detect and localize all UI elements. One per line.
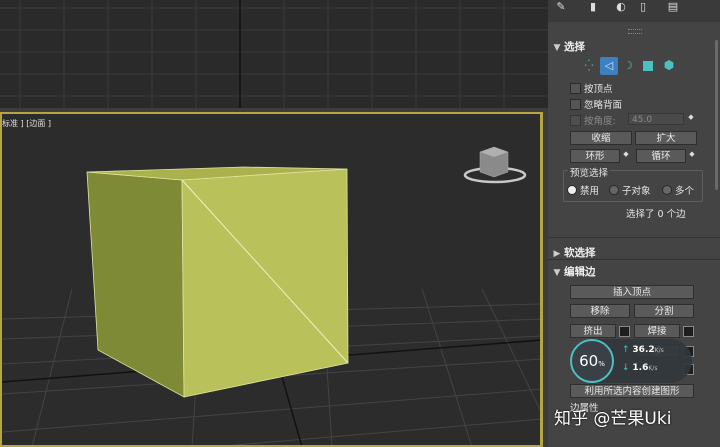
panel-scrollbar[interactable] — [715, 40, 718, 190]
vertex-icon[interactable]: ⁛ — [582, 59, 596, 73]
upload-arrow-icon: ↑ — [622, 345, 630, 355]
weld-button[interactable]: 焊接 — [634, 324, 680, 338]
preview-off-radio[interactable] — [567, 185, 577, 195]
scene — [2, 146, 540, 445]
preview-multi-label: 多个 — [675, 186, 695, 197]
percent-indicator: 60% — [570, 339, 614, 383]
preview-subobject-label: 子对象 — [622, 186, 651, 197]
soft-selection-rollout-header[interactable]: ▶ 软选择 — [550, 245, 710, 259]
create-shape-button[interactable]: 利用所选内容创建图形 — [570, 384, 694, 398]
edit-edges-rollout-header[interactable]: ▼ 编辑边 — [550, 264, 710, 278]
by-angle-label: 按角度: — [584, 116, 616, 127]
selection-status: 选择了 0 个边 — [626, 209, 686, 220]
element-icon[interactable]: ⬢ — [662, 58, 676, 72]
loop-button[interactable]: 循环 — [636, 149, 686, 163]
cube — [86, 166, 349, 398]
polygon-icon[interactable] — [643, 61, 653, 71]
shrink-button[interactable]: 收缩 — [570, 131, 632, 145]
border-icon[interactable]: ☽ — [621, 59, 635, 73]
by-vertex-checkbox[interactable] — [570, 83, 581, 94]
weld-settings-icon[interactable] — [683, 326, 694, 337]
collapse-icon: ▼ — [553, 43, 561, 53]
panel-tabs: ✎ ▮ ◐ ▯ ▤ — [548, 0, 720, 22]
viewcube[interactable] — [463, 146, 527, 184]
ring-button[interactable]: 环形 — [570, 149, 620, 163]
divider — [548, 237, 720, 238]
pin-icon[interactable]: ✎ — [550, 0, 572, 16]
angle-spinner[interactable]: ◆ — [686, 113, 696, 125]
divider — [548, 259, 720, 260]
ignore-backfacing-checkbox[interactable] — [570, 99, 581, 110]
download-speed: ↓ 1.6K/s — [622, 363, 658, 373]
angle-field[interactable]: 45.0 — [628, 113, 684, 125]
configure-icon[interactable]: ▤ — [662, 0, 684, 16]
grow-button[interactable]: 扩大 — [635, 131, 697, 145]
selection-rollout-header[interactable]: ▼ 选择 — [550, 39, 710, 53]
watermark: 知乎 @芒果Uki — [554, 409, 672, 429]
preview-subobject-radio[interactable] — [609, 185, 619, 195]
collapse-icon: ▼ — [553, 268, 561, 278]
perspective-viewport[interactable]: 标准 ] [边面 ] — [0, 112, 543, 447]
remove-button[interactable]: 移除 — [570, 304, 630, 318]
ring-spinner[interactable]: ◆ — [621, 150, 631, 162]
preview-selection-title: 预览选择 — [568, 165, 611, 179]
ignore-backfacing-label: 忽略背面 — [584, 100, 623, 111]
split-button[interactable]: 分割 — [634, 304, 694, 318]
modifier-icon[interactable]: ▮ — [582, 0, 604, 16]
show-end-result-icon[interactable]: ◐ — [610, 0, 632, 16]
top-viewport[interactable] — [0, 0, 548, 108]
loop-spinner[interactable]: ◆ — [687, 150, 697, 162]
drag-handle[interactable] — [628, 29, 642, 34]
extrude-settings-icon[interactable] — [619, 326, 630, 337]
preview-off-label: 禁用 — [580, 186, 600, 197]
by-vertex-label: 按顶点 — [584, 84, 613, 95]
top-viewport-grid — [0, 0, 548, 108]
preview-multi-radio[interactable] — [662, 185, 672, 195]
edge-icon[interactable]: ◁ — [600, 57, 618, 75]
insert-vertex-button[interactable]: 插入顶点 — [570, 285, 694, 299]
extrude-button[interactable]: 挤出 — [570, 324, 616, 338]
expand-icon: ▶ — [553, 249, 561, 259]
delete-modifier-icon[interactable]: ▯ — [632, 0, 654, 16]
subobject-toolbar: ⁛ ◁ ☽ ⬢ — [576, 56, 684, 76]
upload-speed: ↑ 36.2K/s — [622, 345, 664, 355]
by-angle-checkbox[interactable] — [570, 115, 581, 126]
download-arrow-icon: ↓ — [622, 363, 630, 373]
network-speed-overlay[interactable]: 60% ↑ 36.2K/s ↓ 1.6K/s — [570, 339, 692, 383]
